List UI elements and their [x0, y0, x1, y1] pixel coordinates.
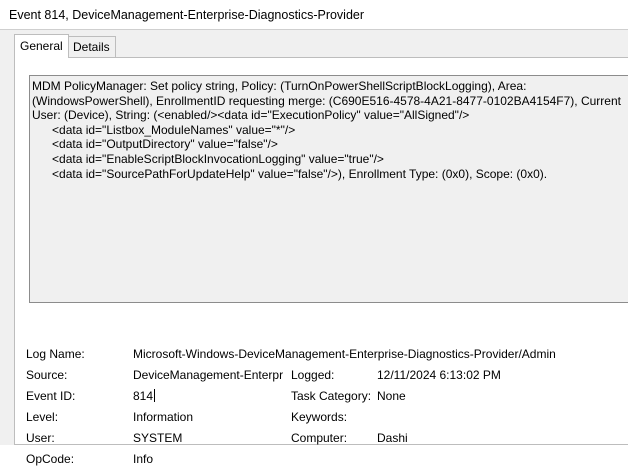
log-name-label: Log Name: [26, 347, 85, 361]
event-id-value: 814 [133, 389, 154, 403]
description-line: <data id="Listbox_ModuleNames" value="*"… [32, 122, 296, 137]
general-tab-panel: MDM PolicyManager: Set policy string, Po… [14, 57, 628, 466]
level-label: Level: [26, 410, 59, 424]
text-cursor [154, 389, 156, 402]
window-title: Event 814, DeviceManagement-Enterprise-D… [9, 8, 365, 22]
log-name-value[interactable]: Microsoft-Windows-DeviceManagement-Enter… [133, 347, 556, 361]
keywords-label: Keywords: [291, 410, 348, 424]
description-line: (WindowsPowerShell), EnrollmentID reques… [32, 93, 621, 108]
opcode-label: OpCode: [26, 452, 75, 466]
computer-label: Computer: [291, 431, 348, 445]
logged-label: Logged: [291, 368, 335, 382]
description-line: <data id="EnableScriptBlockInvocationLog… [32, 151, 384, 166]
window-titlebar: Event 814, DeviceManagement-Enterprise-D… [0, 0, 628, 30]
description-line: MDM PolicyManager: Set policy string, Po… [32, 79, 527, 93]
user-value[interactable]: SYSTEM [133, 431, 182, 445]
computer-value[interactable]: Dashi [377, 431, 408, 445]
event-id-field[interactable]: 814 [133, 389, 156, 403]
description-line: <data id="SourcePathForUpdateHelp" value… [32, 166, 548, 181]
tab-general[interactable]: General [14, 34, 69, 58]
tab-details[interactable]: Details [67, 36, 116, 57]
description-line: <data id="OutputDirectory" value="false"… [32, 137, 278, 152]
event-properties-content: General Details MDM PolicyManager: Set p… [0, 30, 628, 466]
source-label: Source: [26, 368, 68, 382]
user-label: User: [26, 431, 55, 445]
task-category-label: Task Category: [291, 389, 372, 403]
event-description-box[interactable]: MDM PolicyManager: Set policy string, Po… [29, 75, 628, 303]
task-category-value[interactable]: None [377, 389, 406, 403]
event-id-label: Event ID: [26, 389, 76, 403]
opcode-value[interactable]: Info [133, 452, 153, 466]
description-line: User: (Device), String: (<enabled/><data… [32, 108, 470, 123]
source-value[interactable]: DeviceManagement-Enterpr [133, 368, 284, 382]
logged-value[interactable]: 12/11/2024 6:13:02 PM [377, 368, 501, 382]
level-value[interactable]: Information [133, 410, 193, 424]
